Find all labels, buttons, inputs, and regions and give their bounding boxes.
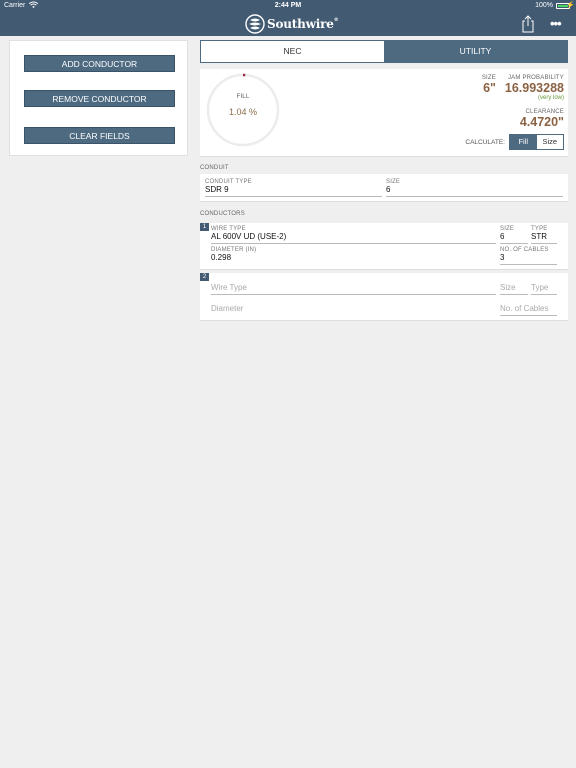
jam-probability-result: JAM PROBABILITY 16.993288 (very low) xyxy=(505,75,564,101)
wire-kind-value: STR xyxy=(531,232,547,241)
charging-icon: ⚡ xyxy=(566,2,575,9)
conduit-type-field[interactable]: CONDUIT TYPE SDR 9 xyxy=(205,179,382,197)
conductor-index-badge: 2 xyxy=(200,273,209,281)
calculate-size-option[interactable]: Size xyxy=(536,135,563,149)
wire-kind-field[interactable]: TYPE STR xyxy=(531,226,557,244)
conduit-card: CONDUIT TYPE SDR 9 SIZE 6 xyxy=(200,174,568,202)
cables-count-label: NO. OF CABLES xyxy=(500,247,549,253)
wire-size-field[interactable]: SIZE 6 xyxy=(500,226,528,244)
conductors-section-title: CONDUCTORS xyxy=(200,211,245,217)
jam-probability-value: 16.993288 xyxy=(504,81,564,95)
brand-name: Southwire® xyxy=(267,17,339,31)
conduit-type-value: SDR 9 xyxy=(205,185,229,194)
cables-count-value: 3 xyxy=(500,253,505,262)
nav-bar: Southwire® ••• xyxy=(0,12,576,36)
wire-type-value: AL 600V UD (USE-2) xyxy=(211,232,287,241)
conductor-card-1: 1 WIRE TYPE AL 600V UD (USE-2) SIZE 6 TY… xyxy=(200,223,568,270)
conductor-index-badge: 1 xyxy=(200,223,209,231)
size-result: SIZE 6" xyxy=(482,75,496,95)
wire-kind-field[interactable]: Type xyxy=(531,283,557,295)
wire-kind-placeholder: Type xyxy=(531,283,549,292)
wire-size-value: 6 xyxy=(500,232,505,241)
wire-size-placeholder: Size xyxy=(500,283,516,292)
size-result-value: 6" xyxy=(483,81,496,95)
diameter-value: 0.298 xyxy=(211,253,232,262)
brand-mark-icon xyxy=(245,14,265,34)
conduit-size-value: 6 xyxy=(386,185,391,194)
jam-probability-rating: (very low) xyxy=(537,95,564,101)
conductor-card-2: 2 Wire Type Size Type Diameter No. of Ca… xyxy=(200,273,568,321)
diameter-field[interactable]: DIAMETER (IN) 0.298 xyxy=(211,247,496,264)
wire-size-field[interactable]: Size xyxy=(500,283,528,295)
diameter-field[interactable]: Diameter xyxy=(211,304,496,315)
conduit-size-field[interactable]: SIZE 6 xyxy=(386,179,563,197)
cables-count-field[interactable]: NO. OF CABLES 3 xyxy=(500,247,557,265)
wire-type-placeholder: Wire Type xyxy=(211,283,247,292)
tab-nec[interactable]: NEC xyxy=(201,41,384,62)
diameter-placeholder: Diameter xyxy=(211,304,244,313)
status-bar: Carrier 2:44 PM 100% ⚡ xyxy=(0,0,576,12)
cables-count-field[interactable]: No. of Cables xyxy=(500,304,557,316)
cables-count-placeholder: No. of Cables xyxy=(500,304,549,313)
clear-fields-button[interactable]: CLEAR FIELDS xyxy=(24,127,175,144)
fill-value: 1.04 % xyxy=(228,107,258,117)
conduit-section-title: CONDUIT xyxy=(200,165,229,171)
left-action-panel: ADD CONDUCTOR REMOVE CONDUCTOR CLEAR FIE… xyxy=(9,40,188,156)
fill-label: FILL xyxy=(236,93,250,100)
wire-type-field[interactable]: Wire Type xyxy=(211,283,496,295)
results-card: FILL 1.04 % SIZE 6" JAM PROBABILITY 16.9… xyxy=(200,69,568,157)
add-conductor-button[interactable]: ADD CONDUCTOR xyxy=(24,55,175,72)
share-icon[interactable] xyxy=(521,15,535,33)
calculate-fill-option[interactable]: Fill xyxy=(510,135,537,149)
battery-percent: 100% xyxy=(535,2,553,9)
calculate-toggle: Fill Size xyxy=(509,134,564,150)
clearance-result: CLEARANCE 4.4720" xyxy=(520,109,564,129)
brand-logo: Southwire® xyxy=(245,12,339,36)
wire-type-field[interactable]: WIRE TYPE AL 600V UD (USE-2) xyxy=(211,226,496,244)
clock: 2:44 PM xyxy=(274,2,302,9)
calculate-label: CALCULATE: xyxy=(465,139,505,146)
clearance-value: 4.4720" xyxy=(519,115,564,129)
remove-conductor-button[interactable]: REMOVE CONDUCTOR xyxy=(24,90,175,107)
standard-tabs: NEC UTILITY xyxy=(200,40,568,63)
tab-utility[interactable]: UTILITY xyxy=(384,41,567,62)
more-options-icon[interactable]: ••• xyxy=(550,16,562,31)
